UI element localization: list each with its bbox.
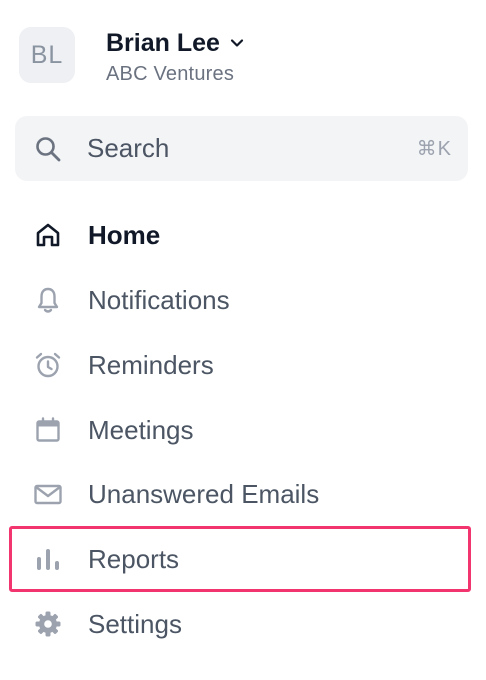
- nav-item-label: Unanswered Emails: [88, 479, 320, 509]
- sidebar: BL Brian Lee ABC Ventures ⌘K Home: [0, 0, 486, 680]
- nav-item-notifications[interactable]: Notifications: [30, 278, 230, 322]
- account-switcher[interactable]: BL Brian Lee ABC Ventures: [19, 27, 244, 86]
- search-input[interactable]: [87, 133, 387, 164]
- calendar-icon: [30, 412, 66, 448]
- nav-item-reports[interactable]: Reports: [30, 537, 179, 581]
- home-icon: [30, 217, 66, 253]
- nav-item-home[interactable]: Home: [30, 213, 160, 257]
- nav-item-label: Reports: [88, 544, 180, 574]
- chevron-down-icon[interactable]: [230, 38, 244, 48]
- nav-item-label: Meetings: [88, 415, 194, 445]
- bar-chart-icon: [30, 541, 66, 577]
- nav-item-label: Reminders: [88, 350, 214, 380]
- account-organization: ABC Ventures: [106, 63, 235, 85]
- nav-item-reminders[interactable]: Reminders: [30, 343, 214, 387]
- account-info: Brian Lee ABC Ventures: [106, 29, 244, 86]
- nav-item-label: Notifications: [88, 285, 230, 315]
- nav-item-unanswered-emails[interactable]: Unanswered Emails: [30, 472, 319, 516]
- nav-item-settings[interactable]: Settings: [30, 602, 182, 646]
- gear-icon: [30, 606, 66, 642]
- alarm-clock-icon: [30, 347, 66, 383]
- nav-item-meetings[interactable]: Meetings: [30, 408, 194, 452]
- search-shortcut-hint: ⌘K: [416, 138, 452, 160]
- account-name: Brian Lee: [106, 29, 220, 57]
- search-bar[interactable]: ⌘K: [15, 116, 468, 181]
- mail-icon: [30, 476, 66, 512]
- account-name-row: Brian Lee: [106, 29, 244, 57]
- nav-item-label: Home: [88, 220, 161, 250]
- search-icon: [36, 136, 61, 161]
- avatar: BL: [19, 27, 75, 83]
- avatar-initials: BL: [30, 40, 64, 69]
- nav-item-label: Settings: [88, 609, 182, 639]
- bell-icon: [30, 282, 66, 318]
